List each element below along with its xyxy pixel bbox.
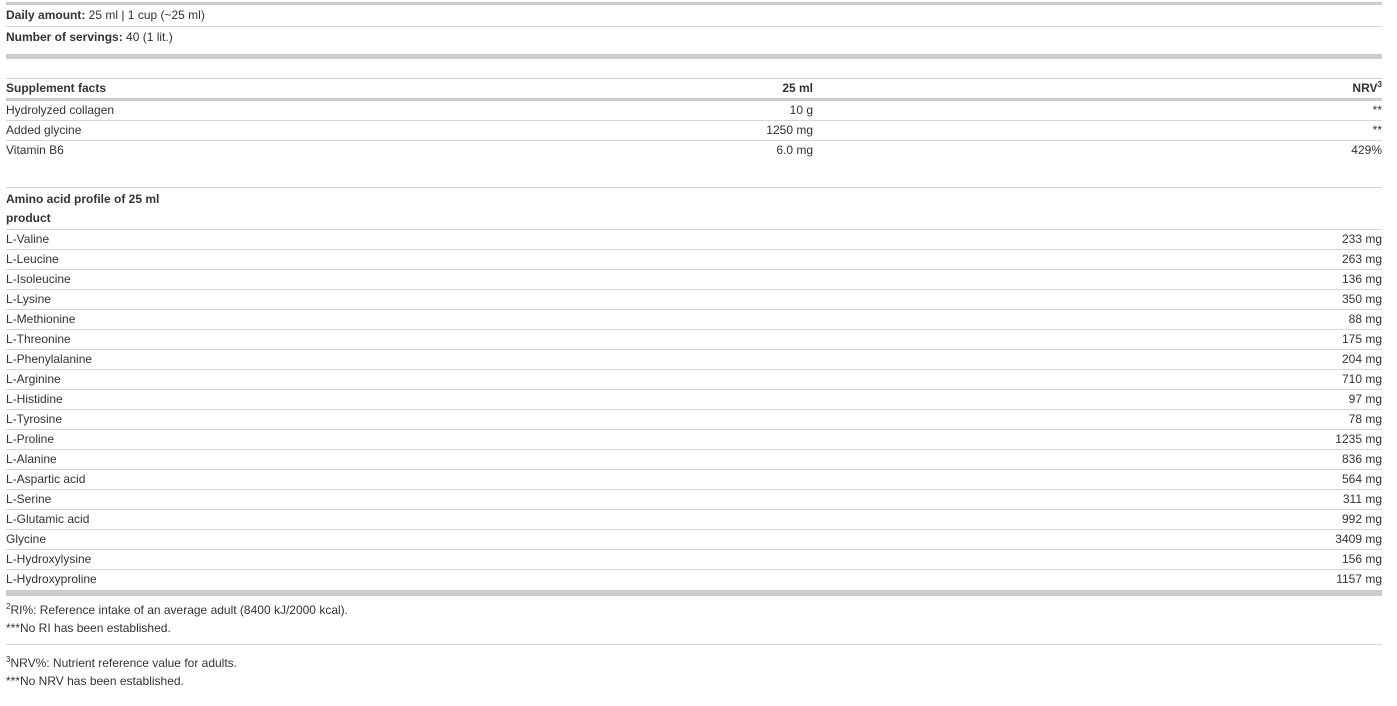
amino-value: 992 mg (1341, 512, 1382, 526)
amino-name: L-Histidine (6, 392, 63, 406)
supplement-amount: 10 g (789, 103, 813, 117)
amino-name: L-Arginine (6, 372, 61, 386)
amino-value: 564 mg (1341, 472, 1382, 486)
supplement-nrv: ** (1372, 103, 1382, 117)
amino-value: 175 mg (1341, 332, 1382, 346)
amino-value: 1157 mg (1336, 572, 1382, 586)
amino-value: 710 mg (1341, 372, 1382, 386)
ri-note-text: RI%: Reference intake of an average adul… (10, 603, 348, 617)
supplement-facts-table: Supplement facts 25 ml NRV3 Hydrolyzed c… (6, 78, 1382, 160)
table-row: Hydrolyzed collagen 10 g ** (6, 101, 1382, 121)
amino-title-line1: Amino acid profile of 25 ml (6, 192, 160, 206)
amino-name: L-Isoleucine (6, 272, 71, 286)
amino-name: L-Alanine (6, 452, 57, 466)
amino-name: Glycine (6, 532, 47, 546)
servings-label: Number of servings: (6, 30, 123, 44)
supplement-amount: 6.0 mg (776, 143, 813, 157)
table-row: L-Tyrosine 78 mg (6, 409, 1382, 429)
amino-value: 1235 mg (1335, 432, 1382, 446)
supplement-name: Hydrolyzed collagen (6, 103, 115, 117)
supplement-name: Vitamin B6 (6, 143, 64, 157)
amino-value: 263 mg (1341, 252, 1382, 266)
amino-name: L-Lysine (6, 292, 51, 306)
amino-acid-table: Amino acid profile of 25 ml product L-Va… (6, 187, 1382, 589)
daily-amount-label: Daily amount: (6, 8, 86, 22)
table-row: Vitamin B6 6.0 mg 429% (6, 141, 1382, 160)
amino-value: 78 mg (1348, 412, 1382, 426)
supplement-name: Added glycine (6, 123, 82, 137)
ri-note: 2RI%: Reference intake of an average adu… (6, 596, 1382, 637)
table-row: L-Proline 1235 mg (6, 429, 1382, 449)
table-row: L-Hydroxyproline 1157 mg (6, 569, 1382, 589)
amino-value: 136 mg (1341, 272, 1382, 286)
supplement-header-name: Supplement facts (6, 81, 107, 95)
nrv-header-text: NRV (1352, 81, 1378, 95)
table-row: L-Leucine 263 mg (6, 249, 1382, 269)
amino-value: 156 mg (1341, 552, 1382, 566)
supplement-header-amount: 25 ml (782, 81, 813, 95)
table-row: L-Valine 233 mg (6, 229, 1382, 249)
amino-value: 204 mg (1341, 352, 1382, 366)
supplement-header-nrv: NRV3 (813, 79, 1382, 98)
table-row: L-Hydroxylysine 156 mg (6, 549, 1382, 569)
table-row: Glycine 3409 mg (6, 529, 1382, 549)
table-row: L-Lysine 350 mg (6, 289, 1382, 309)
table-row: L-Arginine 710 mg (6, 369, 1382, 389)
nrv-note: 3NRV%: Nutrient reference value for adul… (6, 644, 1382, 690)
servings-value: 40 (1 lit.) (122, 30, 173, 44)
supplement-rows: Hydrolyzed collagen 10 g ** Added glycine 12… (6, 101, 1382, 160)
amino-value: 97 mg (1348, 392, 1382, 406)
table-row: L-Threonine 175 mg (6, 329, 1382, 349)
amino-name: L-Threonine (6, 332, 71, 346)
amino-name: L-Proline (6, 432, 55, 446)
table-row: L-Isoleucine 136 mg (6, 269, 1382, 289)
amino-name: L-Hydroxyproline (6, 572, 97, 586)
table-row: Added glycine 1250 mg ** (6, 121, 1382, 141)
nrv-none-text: ***No NRV has been established. (6, 674, 184, 688)
amino-name: L-Glutamic acid (6, 512, 90, 526)
table-row: L-Aspartic acid 564 mg (6, 469, 1382, 489)
nutrition-panel: Daily amount: 25 ml | 1 cup (~25 ml) Num… (6, 0, 1382, 690)
amino-value: 311 mg (1342, 492, 1382, 506)
amino-rows: L-Valine 233 mg L-Leucine 263 mg L-Isoleucin… (6, 229, 1382, 589)
amino-value: 836 mg (1341, 452, 1382, 466)
daily-amount-value: 25 ml | 1 cup (~25 ml) (85, 8, 205, 22)
amino-name: L-Hydroxylysine (6, 552, 92, 566)
supplement-header-row: Supplement facts 25 ml NRV3 (6, 79, 1382, 98)
table-row: L-Phenylalanine 204 mg (6, 349, 1382, 369)
amino-name: L-Aspartic acid (6, 472, 86, 486)
amino-name: L-Phenylalanine (6, 352, 93, 366)
amino-title-line2: product (6, 211, 51, 225)
table-row: L-Alanine 836 mg (6, 449, 1382, 469)
supplement-nrv: 429% (1351, 143, 1382, 157)
amino-value: 233 mg (1341, 232, 1382, 246)
table-row: L-Glutamic acid 992 mg (6, 509, 1382, 529)
table-row: L-Histidine 97 mg (6, 389, 1382, 409)
supplement-amount: 1250 mg (766, 123, 813, 137)
nrv-note-text: NRV%: Nutrient reference value for adult… (10, 656, 238, 670)
amino-name: L-Leucine (6, 252, 59, 266)
supplement-nrv: ** (1372, 123, 1382, 137)
table-row: L-Methionine 88 mg (6, 309, 1382, 329)
amino-name: L-Methionine (6, 312, 76, 326)
nrv-header-sup: 3 (1377, 80, 1382, 89)
amino-value: 88 mg (1348, 312, 1382, 326)
amino-name: L-Serine (6, 492, 52, 506)
amino-value: 3409 mg (1335, 532, 1382, 546)
daily-amount-row: Daily amount: 25 ml | 1 cup (~25 ml) (6, 5, 1382, 27)
amino-name: L-Tyrosine (6, 412, 63, 426)
ri-none-text: ***No RI has been established. (6, 621, 171, 635)
amino-value: 350 mg (1341, 292, 1382, 306)
table-row: L-Serine 311 mg (6, 489, 1382, 509)
servings-row: Number of servings: 40 (1 lit.) (6, 27, 1382, 48)
amino-name: L-Valine (6, 232, 50, 246)
amino-title: Amino acid profile of 25 ml product (6, 188, 206, 228)
